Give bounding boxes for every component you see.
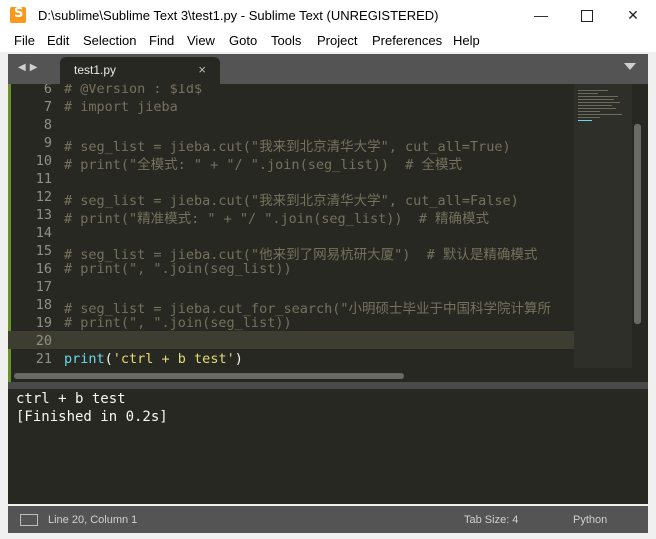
- code-line-print: print('ctrl + b test'): [64, 351, 243, 367]
- line-number: 11: [35, 171, 52, 187]
- code-line: # @Version : $Id$: [64, 84, 203, 97]
- tab-size-indicator[interactable]: Tab Size: 4: [464, 514, 518, 526]
- menu-view[interactable]: View: [187, 33, 215, 48]
- cursor-position: Line 20, Column 1: [48, 514, 138, 526]
- line-number: 19: [35, 315, 52, 331]
- code-paren-close: ): [234, 351, 243, 367]
- code-string-token: 'ctrl + b test': [112, 351, 235, 367]
- code-paren-open: (: [104, 351, 113, 367]
- code-line: # print(", ".join(seg_list)): [64, 315, 292, 331]
- build-output-panel[interactable]: ctrl + b test [Finished in 0.2s]: [8, 389, 648, 504]
- code-line: # print("精准模式: " + "/ ".join(seg_list)) …: [64, 211, 489, 227]
- line-number: 16: [35, 261, 52, 277]
- panel-toggle-icon[interactable]: [20, 514, 38, 526]
- line-number: 12: [35, 189, 52, 205]
- line-number: 14: [35, 225, 52, 241]
- line-number: 13: [35, 207, 52, 223]
- line-number: 20: [35, 333, 52, 349]
- menu-bar: File Edit Selection Find View Goto Tools…: [0, 30, 656, 52]
- menu-find[interactable]: Find: [149, 33, 174, 48]
- output-line: [Finished in 0.2s]: [16, 409, 168, 425]
- panel-splitter[interactable]: [8, 382, 648, 389]
- minimap-line: [578, 93, 598, 94]
- menu-help[interactable]: Help: [453, 33, 480, 48]
- status-bar: Line 20, Column 1 Tab Size: 4 Python: [8, 506, 648, 533]
- vertical-scrollbar[interactable]: [634, 124, 641, 324]
- line-number: 10: [35, 153, 52, 169]
- minimap-line: [578, 114, 622, 115]
- maximize-icon: [581, 10, 593, 23]
- minimap-line: [578, 111, 600, 112]
- line-number: 18: [35, 297, 52, 313]
- line-number: 17: [35, 279, 52, 295]
- minimap-line: [578, 99, 614, 100]
- minimize-button[interactable]: —: [518, 0, 564, 30]
- menu-goto[interactable]: Goto: [229, 33, 257, 48]
- minimap-line: [578, 96, 618, 97]
- menu-tools[interactable]: Tools: [271, 33, 301, 48]
- minimap-line: [578, 105, 612, 106]
- line-number: 8: [43, 117, 52, 133]
- line-number: 15: [35, 243, 52, 259]
- tab-label: test1.py: [74, 63, 117, 77]
- minimap-line: [578, 120, 592, 121]
- menu-preferences[interactable]: Preferences: [372, 33, 442, 48]
- code-line: # seg_list = jieba.cut("我来到北京清华大学", cut_…: [64, 193, 519, 209]
- menu-selection[interactable]: Selection: [83, 33, 136, 48]
- sublime-app-icon: [10, 6, 26, 23]
- output-line: ctrl + b test: [16, 391, 126, 407]
- minimap[interactable]: [574, 84, 632, 368]
- code-line: # print(", ".join(seg_list)): [64, 261, 292, 277]
- menu-project[interactable]: Project: [317, 33, 357, 48]
- line-number: 6: [43, 84, 52, 97]
- window-title: D:\sublime\Sublime Text 3\test1.py - Sub…: [38, 8, 439, 23]
- menu-edit[interactable]: Edit: [47, 33, 69, 48]
- minimap-line: [578, 108, 616, 109]
- menu-file[interactable]: File: [14, 33, 35, 48]
- tab-list-dropdown-icon[interactable]: [624, 63, 636, 70]
- line-number: 21: [35, 351, 52, 367]
- tab-nav-arrows-icon[interactable]: ◀▶: [18, 62, 41, 73]
- close-window-button[interactable]: ✕: [610, 0, 656, 30]
- tab-close-icon[interactable]: ×: [198, 62, 206, 77]
- code-line: # seg_list = jieba.cut_for_search("小明硕士毕…: [64, 301, 551, 317]
- code-editor[interactable]: 6 7 8 9 10 11 12 13 14 15 16 17 18 19 20…: [8, 84, 648, 382]
- sublime-window: D:\sublime\Sublime Text 3\test1.py - Sub…: [0, 0, 656, 539]
- code-line: # print("全模式: " + "/ ".join(seg_list)) #…: [64, 157, 462, 173]
- minimap-line: [578, 102, 620, 103]
- code-line: # import jieba: [64, 99, 178, 115]
- line-number: 9: [43, 135, 52, 151]
- minimap-line: [578, 90, 608, 91]
- tab-test1-py[interactable]: test1.py ×: [60, 57, 220, 84]
- maximize-button[interactable]: [564, 0, 610, 30]
- current-line-highlight: [8, 331, 574, 349]
- line-number-gutter: 6 7 8 9 10 11 12 13 14 15 16 17 18 19 20…: [8, 84, 58, 382]
- line-number: 7: [43, 99, 52, 115]
- horizontal-scrollbar[interactable]: [14, 373, 404, 379]
- minimap-line: [578, 117, 600, 118]
- code-function-token: print: [64, 351, 105, 367]
- code-line: # seg_list = jieba.cut("他来到了网易杭研大厦") # 默…: [64, 247, 538, 263]
- code-line: # seg_list = jieba.cut("我来到北京清华大学", cut_…: [64, 139, 511, 155]
- syntax-indicator[interactable]: Python: [573, 514, 607, 526]
- tab-bar: ◀▶ test1.py ×: [8, 54, 648, 84]
- title-bar: D:\sublime\Sublime Text 3\test1.py - Sub…: [0, 0, 656, 30]
